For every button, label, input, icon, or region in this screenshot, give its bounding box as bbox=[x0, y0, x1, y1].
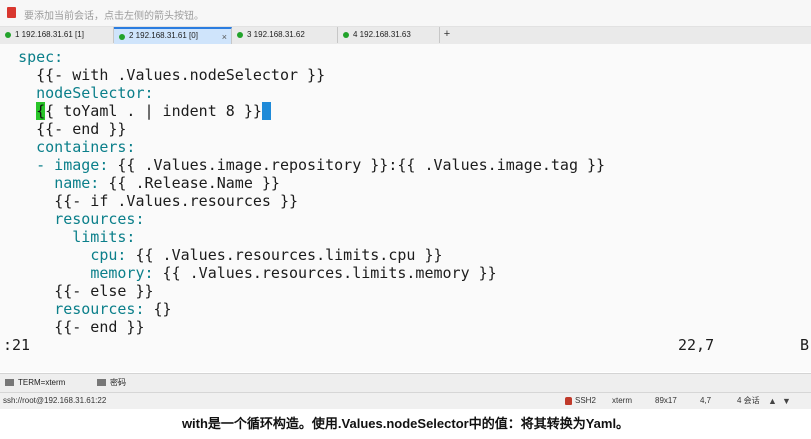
term-env-label: TERM=xterm bbox=[18, 378, 66, 387]
code-line: limits: bbox=[72, 228, 136, 246]
code-line: containers: bbox=[36, 138, 136, 156]
session-hint-bar: 要添加当前会话，点击左侧的箭头按钮。 bbox=[0, 0, 811, 27]
vim-command-line: :21 bbox=[3, 336, 31, 354]
text-cursor bbox=[261, 102, 271, 120]
connected-status-icon bbox=[343, 32, 349, 38]
bookmark-icon[interactable] bbox=[7, 7, 16, 18]
code-line: {{- end }} bbox=[36, 120, 127, 138]
code-line: resources: bbox=[54, 210, 145, 228]
video-subtitle: with是一个循环构造。使用.Values.nodeSelector中的值：将其… bbox=[181, 416, 630, 431]
password-label: 密码 bbox=[110, 378, 126, 387]
code-line: {{- else }} bbox=[54, 282, 154, 300]
cursor-highlight: { bbox=[36, 102, 46, 120]
protocol-label: SSH2 bbox=[575, 396, 596, 405]
tab-session-2[interactable]: 2 192.168.31.61 [0] × bbox=[114, 27, 232, 44]
tab-label: 3 192.168.31.62 bbox=[247, 30, 305, 39]
new-tab-button[interactable]: + bbox=[440, 27, 454, 43]
tab-label: 2 192.168.31.61 [0] bbox=[129, 31, 198, 40]
connected-status-icon bbox=[237, 32, 243, 38]
vim-cursor-position: 22,7 bbox=[678, 336, 715, 354]
code-line: cpu: {{ .Values.resources.limits.cpu }} bbox=[90, 246, 443, 264]
terminal-size: 89x17 bbox=[655, 396, 677, 405]
tab-label: 4 192.168.31.63 bbox=[353, 30, 411, 39]
code-line: name: {{ .Release.Name }} bbox=[54, 174, 280, 192]
keyboard-icon bbox=[5, 379, 14, 386]
connection-address: ssh://root@192.168.31.61:22 bbox=[3, 396, 107, 405]
vim-scroll-indicator: B bbox=[800, 336, 810, 354]
connected-status-icon bbox=[119, 34, 125, 40]
terminal-editor[interactable]: spec: {{- with .Values.nodeSelector }} n… bbox=[0, 44, 811, 372]
code-line: {{- if .Values.resources }} bbox=[54, 192, 299, 210]
code-line: resources: {} bbox=[54, 300, 172, 318]
status-bar: ssh://root@192.168.31.61:22 SSH2 xterm 8… bbox=[0, 392, 811, 409]
session-hint-text: 要添加当前会话，点击左侧的箭头按钮。 bbox=[24, 11, 204, 22]
subtitle-area: with是一个循环构造。使用.Values.nodeSelector中的值：将其… bbox=[0, 409, 811, 439]
keyboard-icon bbox=[97, 379, 106, 386]
arrow-down-icon[interactable]: ▼ bbox=[782, 396, 791, 406]
tab-session-3[interactable]: 3 192.168.31.62 bbox=[232, 27, 338, 43]
code-line: {{- with .Values.nodeSelector }} bbox=[36, 66, 326, 84]
tab-session-4[interactable]: 4 192.168.31.63 bbox=[338, 27, 440, 43]
term-env-button[interactable]: TERM=xterm bbox=[18, 374, 65, 392]
session-count: 4 会话 bbox=[737, 396, 760, 405]
code-line: {{ toYaml . | indent 8 }} bbox=[0, 102, 271, 120]
cursor-position: 4,7 bbox=[700, 396, 712, 405]
lock-icon bbox=[565, 397, 572, 405]
session-tab-bar: 1 192.168.31.61 [1] 2 192.168.31.61 [0] … bbox=[0, 27, 811, 45]
tab-session-1[interactable]: 1 192.168.31.61 [1] bbox=[0, 27, 114, 43]
tab-close-icon[interactable]: × bbox=[222, 29, 227, 45]
password-button[interactable]: 密码 bbox=[110, 374, 126, 392]
code-line: nodeSelector: bbox=[36, 84, 154, 102]
code-line: - image: {{ .Values.image.repository }}:… bbox=[36, 156, 606, 174]
quick-bar: TERM=xterm 密码 bbox=[0, 373, 811, 392]
code-line: memory: {{ .Values.resources.limits.memo… bbox=[90, 264, 497, 282]
code-line: {{- end }} bbox=[54, 318, 145, 336]
connected-status-icon bbox=[5, 32, 11, 38]
terminal-type: xterm bbox=[612, 396, 632, 405]
tab-label: 1 192.168.31.61 [1] bbox=[15, 30, 84, 39]
code-line: spec: bbox=[18, 48, 64, 66]
arrow-up-icon[interactable]: ▲ bbox=[768, 396, 777, 406]
